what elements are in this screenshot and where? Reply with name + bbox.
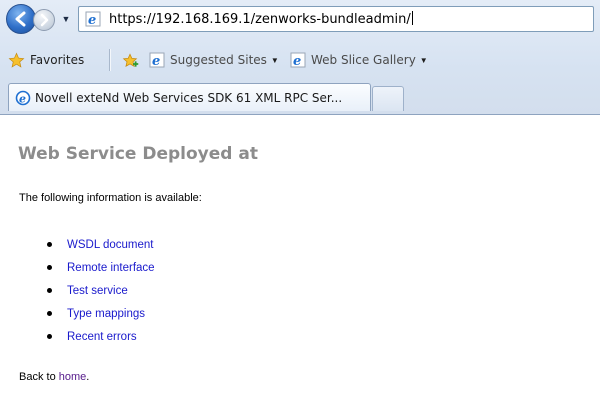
chevron-down-icon: ▼ xyxy=(270,55,279,65)
forward-arrow-icon xyxy=(40,13,49,27)
page-content: Web Service Deployed at The following in… xyxy=(0,115,600,403)
bullet xyxy=(47,288,52,293)
svg-text:e: e xyxy=(88,13,96,27)
svg-text:e: e xyxy=(19,92,26,105)
bullet xyxy=(47,242,52,247)
url-value: https://192.168.169.1/zenworks-bundleadm… xyxy=(109,12,411,27)
ie-page-icon: e xyxy=(85,11,101,27)
new-tab-button[interactable] xyxy=(372,86,404,111)
remote-interface-link[interactable]: Remote interface xyxy=(67,262,155,274)
bullet xyxy=(47,265,52,270)
web-slice-gallery-button[interactable]: e Web Slice Gallery ▼ xyxy=(290,51,428,69)
favorites-label: Favorites xyxy=(30,53,85,67)
svg-text:e: e xyxy=(293,54,301,68)
favorites-button[interactable]: Favorites xyxy=(8,51,84,69)
back-button[interactable] xyxy=(6,4,36,34)
browser-chrome: ▼ e https://192.168.169.1/zenworks-bundl… xyxy=(0,0,600,115)
recent-errors-link[interactable]: Recent errors xyxy=(67,331,137,343)
intro-text: The following information is available: xyxy=(19,192,202,204)
ie-page-icon: e xyxy=(149,52,165,68)
add-to-favorites-button[interactable] xyxy=(121,52,139,70)
list-item: Remote interface xyxy=(47,256,155,279)
bullet xyxy=(47,334,52,339)
tab-title: Novell exteNd Web Services SDK 61 XML RP… xyxy=(35,90,343,105)
url-text[interactable]: https://192.168.169.1/zenworks-bundleadm… xyxy=(109,11,413,27)
back-prefix: Back to xyxy=(19,371,59,383)
bullet xyxy=(47,311,52,316)
page-title: Web Service Deployed at xyxy=(18,144,258,164)
favorites-bar: Favorites e Suggested Sites ▼ e Web Slic… xyxy=(0,42,600,76)
suggested-sites-button[interactable]: e Suggested Sites ▼ xyxy=(149,51,279,69)
toolbar-separator xyxy=(109,49,111,71)
tab-active[interactable]: e Novell exteNd Web Services SDK 61 XML … xyxy=(8,83,371,111)
navigation-bar: ▼ e https://192.168.169.1/zenworks-bundl… xyxy=(0,0,600,40)
home-link[interactable]: home xyxy=(59,371,87,383)
tab-strip: e Novell exteNd Web Services SDK 61 XML … xyxy=(0,78,600,115)
back-suffix: . xyxy=(86,371,90,383)
chevron-down-icon: ▼ xyxy=(419,55,428,65)
chevron-down-icon: ▼ xyxy=(61,14,71,24)
back-to-home-text: Back to home. xyxy=(19,371,89,383)
test-service-link[interactable]: Test service xyxy=(67,285,128,297)
svg-text:e: e xyxy=(152,54,160,68)
info-link-list: WSDL document Remote interface Test serv… xyxy=(47,233,155,348)
list-item: Test service xyxy=(47,279,155,302)
ie-page-icon: e xyxy=(15,90,31,105)
list-item: Recent errors xyxy=(47,325,155,348)
ie-page-icon: e xyxy=(290,52,306,68)
text-caret xyxy=(411,11,413,25)
recent-pages-dropdown[interactable]: ▼ xyxy=(59,12,73,26)
add-favorite-icon xyxy=(122,53,139,68)
address-bar[interactable]: e https://192.168.169.1/zenworks-bundlea… xyxy=(78,6,594,32)
list-item: WSDL document xyxy=(47,233,155,256)
wsdl-document-link[interactable]: WSDL document xyxy=(67,239,154,251)
list-item: Type mappings xyxy=(47,302,155,325)
web-slice-gallery-label: Web Slice Gallery xyxy=(311,53,416,67)
favorites-star-icon xyxy=(8,52,25,68)
back-arrow-icon xyxy=(15,11,26,27)
suggested-sites-label: Suggested Sites xyxy=(170,53,267,67)
type-mappings-link[interactable]: Type mappings xyxy=(67,308,145,320)
forward-button[interactable] xyxy=(33,9,55,31)
